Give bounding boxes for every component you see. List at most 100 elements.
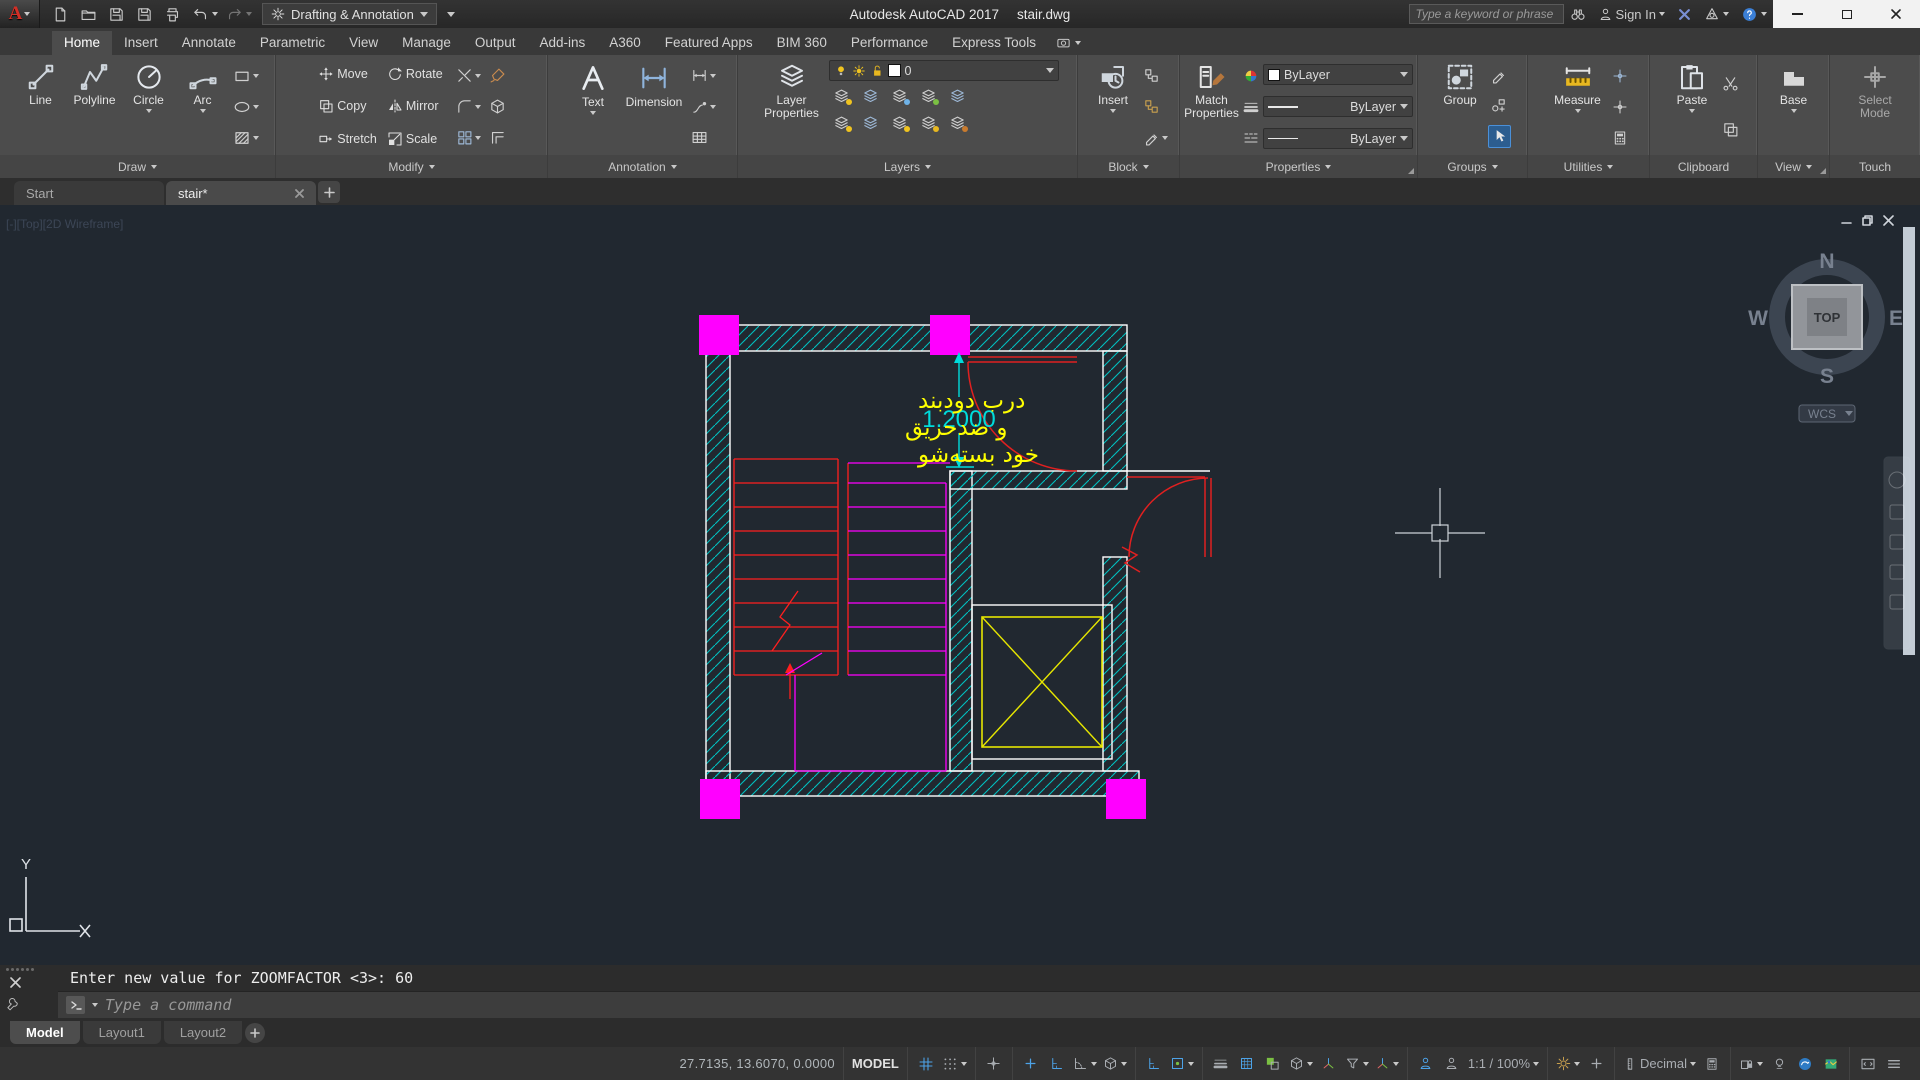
isometric-drafting-button[interactable]: [1100, 1050, 1130, 1077]
base-button[interactable]: Base: [1768, 58, 1820, 155]
file-tab-stair[interactable]: stair*: [166, 181, 316, 205]
restore-button[interactable]: [1822, 0, 1871, 28]
viewport-close-icon[interactable]: [1883, 215, 1894, 226]
polar-tracking-button[interactable]: [1070, 1050, 1100, 1077]
copy-clip-button[interactable]: [1720, 119, 1741, 140]
ribbon-tab-insert[interactable]: Insert: [112, 31, 170, 55]
close-button[interactable]: [1871, 0, 1920, 28]
ortho-mode-button[interactable]: [1044, 1050, 1070, 1077]
panel-label-groups[interactable]: Groups: [1418, 155, 1527, 178]
viewcube[interactable]: N W E S TOP WCS: [1748, 250, 1903, 422]
a360-button[interactable]: [1698, 0, 1735, 28]
annotation-monitor-button[interactable]: [1583, 1050, 1609, 1077]
layer-thaw-button[interactable]: [887, 111, 913, 135]
application-menu-button[interactable]: A: [0, 0, 40, 28]
layer-unisolate-button[interactable]: [829, 111, 855, 135]
rectangle-button[interactable]: [231, 65, 261, 87]
undo-dropdown[interactable]: [212, 12, 218, 16]
3d-object-snap-button[interactable]: [1286, 1050, 1316, 1077]
lineweight-list-button[interactable]: [1241, 97, 1261, 117]
layer-match-button[interactable]: [945, 84, 971, 108]
command-close-icon[interactable]: [10, 977, 21, 988]
define-attributes-button[interactable]: [1141, 127, 1170, 148]
layer-unlock-button[interactable]: [916, 111, 942, 135]
file-tab-start[interactable]: Start: [14, 181, 164, 205]
viewcube-east[interactable]: E: [1889, 307, 1903, 330]
layer-set-current-button[interactable]: [858, 84, 884, 108]
panel-label-block[interactable]: Block: [1078, 155, 1179, 178]
rotate-button[interactable]: Rotate: [384, 65, 446, 83]
ribbon-tab-a360[interactable]: A360: [597, 31, 653, 55]
ellipse-button[interactable]: [231, 96, 261, 118]
infer-constraints-button[interactable]: [981, 1050, 1007, 1077]
gizmo-button[interactable]: [1372, 1050, 1402, 1077]
layer-dropdown[interactable]: 0: [829, 60, 1059, 81]
viewport-controls[interactable]: [-][Top][2D Wireframe]: [6, 217, 123, 231]
command-input[interactable]: Type a command: [58, 991, 1920, 1018]
arc-button[interactable]: Arc: [177, 58, 229, 155]
open-file-button[interactable]: [76, 3, 100, 25]
ribbon-tab-manage[interactable]: Manage: [390, 31, 463, 55]
command-customize-icon[interactable]: [6, 997, 21, 1012]
ribbon-tab-addins[interactable]: Add-ins: [527, 31, 597, 55]
linetype-dropdown[interactable]: ByLayer: [1263, 128, 1413, 149]
save-as-button[interactable]: [132, 3, 156, 25]
quick-properties-button[interactable]: [1699, 1050, 1725, 1077]
clean-screen-button[interactable]: [1818, 1050, 1844, 1077]
coordinates-readout[interactable]: 27.7135, 13.6070, 0.0000: [672, 1056, 843, 1071]
create-block-button[interactable]: [1141, 65, 1170, 86]
ribbon-tab-parametric[interactable]: Parametric: [248, 31, 337, 55]
layer-lock-button[interactable]: [916, 84, 942, 108]
offset-button[interactable]: [487, 127, 508, 148]
workspace-switcher[interactable]: Drafting & Annotation: [262, 3, 437, 25]
model-space-canvas[interactable]: 1.2000 درب دودبند و ضدحریق خود بسته‌شو N…: [0, 205, 1920, 965]
annotation-scale-button[interactable]: 1:1 / 100%: [1465, 1050, 1542, 1077]
layer-properties-button[interactable]: Layer Properties: [757, 58, 827, 155]
array-button[interactable]: [454, 127, 483, 148]
redo-button[interactable]: [222, 3, 246, 25]
viewcube-north[interactable]: N: [1819, 250, 1834, 273]
layer-isolate-button[interactable]: [829, 84, 855, 108]
tab-layout2[interactable]: Layout2: [164, 1021, 242, 1044]
trim-button[interactable]: [454, 65, 483, 86]
text-button[interactable]: Text: [567, 58, 619, 155]
ribbon-tab-featured-apps[interactable]: Featured Apps: [653, 31, 765, 55]
linetype-list-button[interactable]: [1241, 128, 1261, 148]
selection-filter-button[interactable]: [1342, 1050, 1372, 1077]
redo-dropdown[interactable]: [246, 12, 252, 16]
new-layout-button[interactable]: [245, 1023, 265, 1043]
leader-button[interactable]: [689, 96, 718, 117]
navigation-bar[interactable]: [1884, 457, 1910, 649]
exchange-apps-button[interactable]: [1671, 0, 1698, 28]
workspace-switching-button[interactable]: [1553, 1050, 1583, 1077]
ribbon-tab-annotate[interactable]: Annotate: [170, 31, 248, 55]
panel-label-modify[interactable]: Modify: [276, 155, 547, 178]
ribbon-tab-performance[interactable]: Performance: [839, 31, 940, 55]
panel-label-layers[interactable]: Layers: [738, 155, 1077, 178]
view-expander[interactable]: [1820, 168, 1826, 174]
fullscreen-button[interactable]: [1855, 1050, 1881, 1077]
edit-block-button[interactable]: [1141, 96, 1170, 117]
move-button[interactable]: Move: [315, 65, 380, 83]
snap-mode-button[interactable]: [939, 1050, 970, 1077]
panel-label-annotation[interactable]: Annotation: [548, 155, 737, 178]
panel-label-view[interactable]: View: [1758, 155, 1829, 178]
search-button[interactable]: [1564, 0, 1592, 28]
selection-cycling-button[interactable]: [1260, 1050, 1286, 1077]
group-selection-toggle[interactable]: [1488, 125, 1511, 148]
panel-label-draw[interactable]: Draw: [0, 155, 275, 178]
layer-previous-button[interactable]: [858, 111, 884, 135]
line-button[interactable]: Line: [15, 58, 67, 155]
viewcube-west[interactable]: W: [1748, 307, 1768, 330]
graphics-performance-button[interactable]: [1792, 1050, 1818, 1077]
panel-label-clipboard[interactable]: Clipboard: [1650, 155, 1757, 178]
stretch-button[interactable]: Stretch: [315, 130, 380, 148]
isolate-objects-button[interactable]: [1766, 1050, 1792, 1077]
group-button[interactable]: Group: [1434, 58, 1486, 155]
group-edit-button[interactable]: [1488, 65, 1511, 86]
ribbon-tab-output[interactable]: Output: [463, 31, 528, 55]
undo-button[interactable]: [188, 3, 212, 25]
recent-commands-dropdown[interactable]: [92, 1003, 98, 1007]
match-properties-button[interactable]: Match Properties: [1184, 58, 1239, 155]
object-color-dropdown[interactable]: ByLayer: [1263, 64, 1413, 85]
